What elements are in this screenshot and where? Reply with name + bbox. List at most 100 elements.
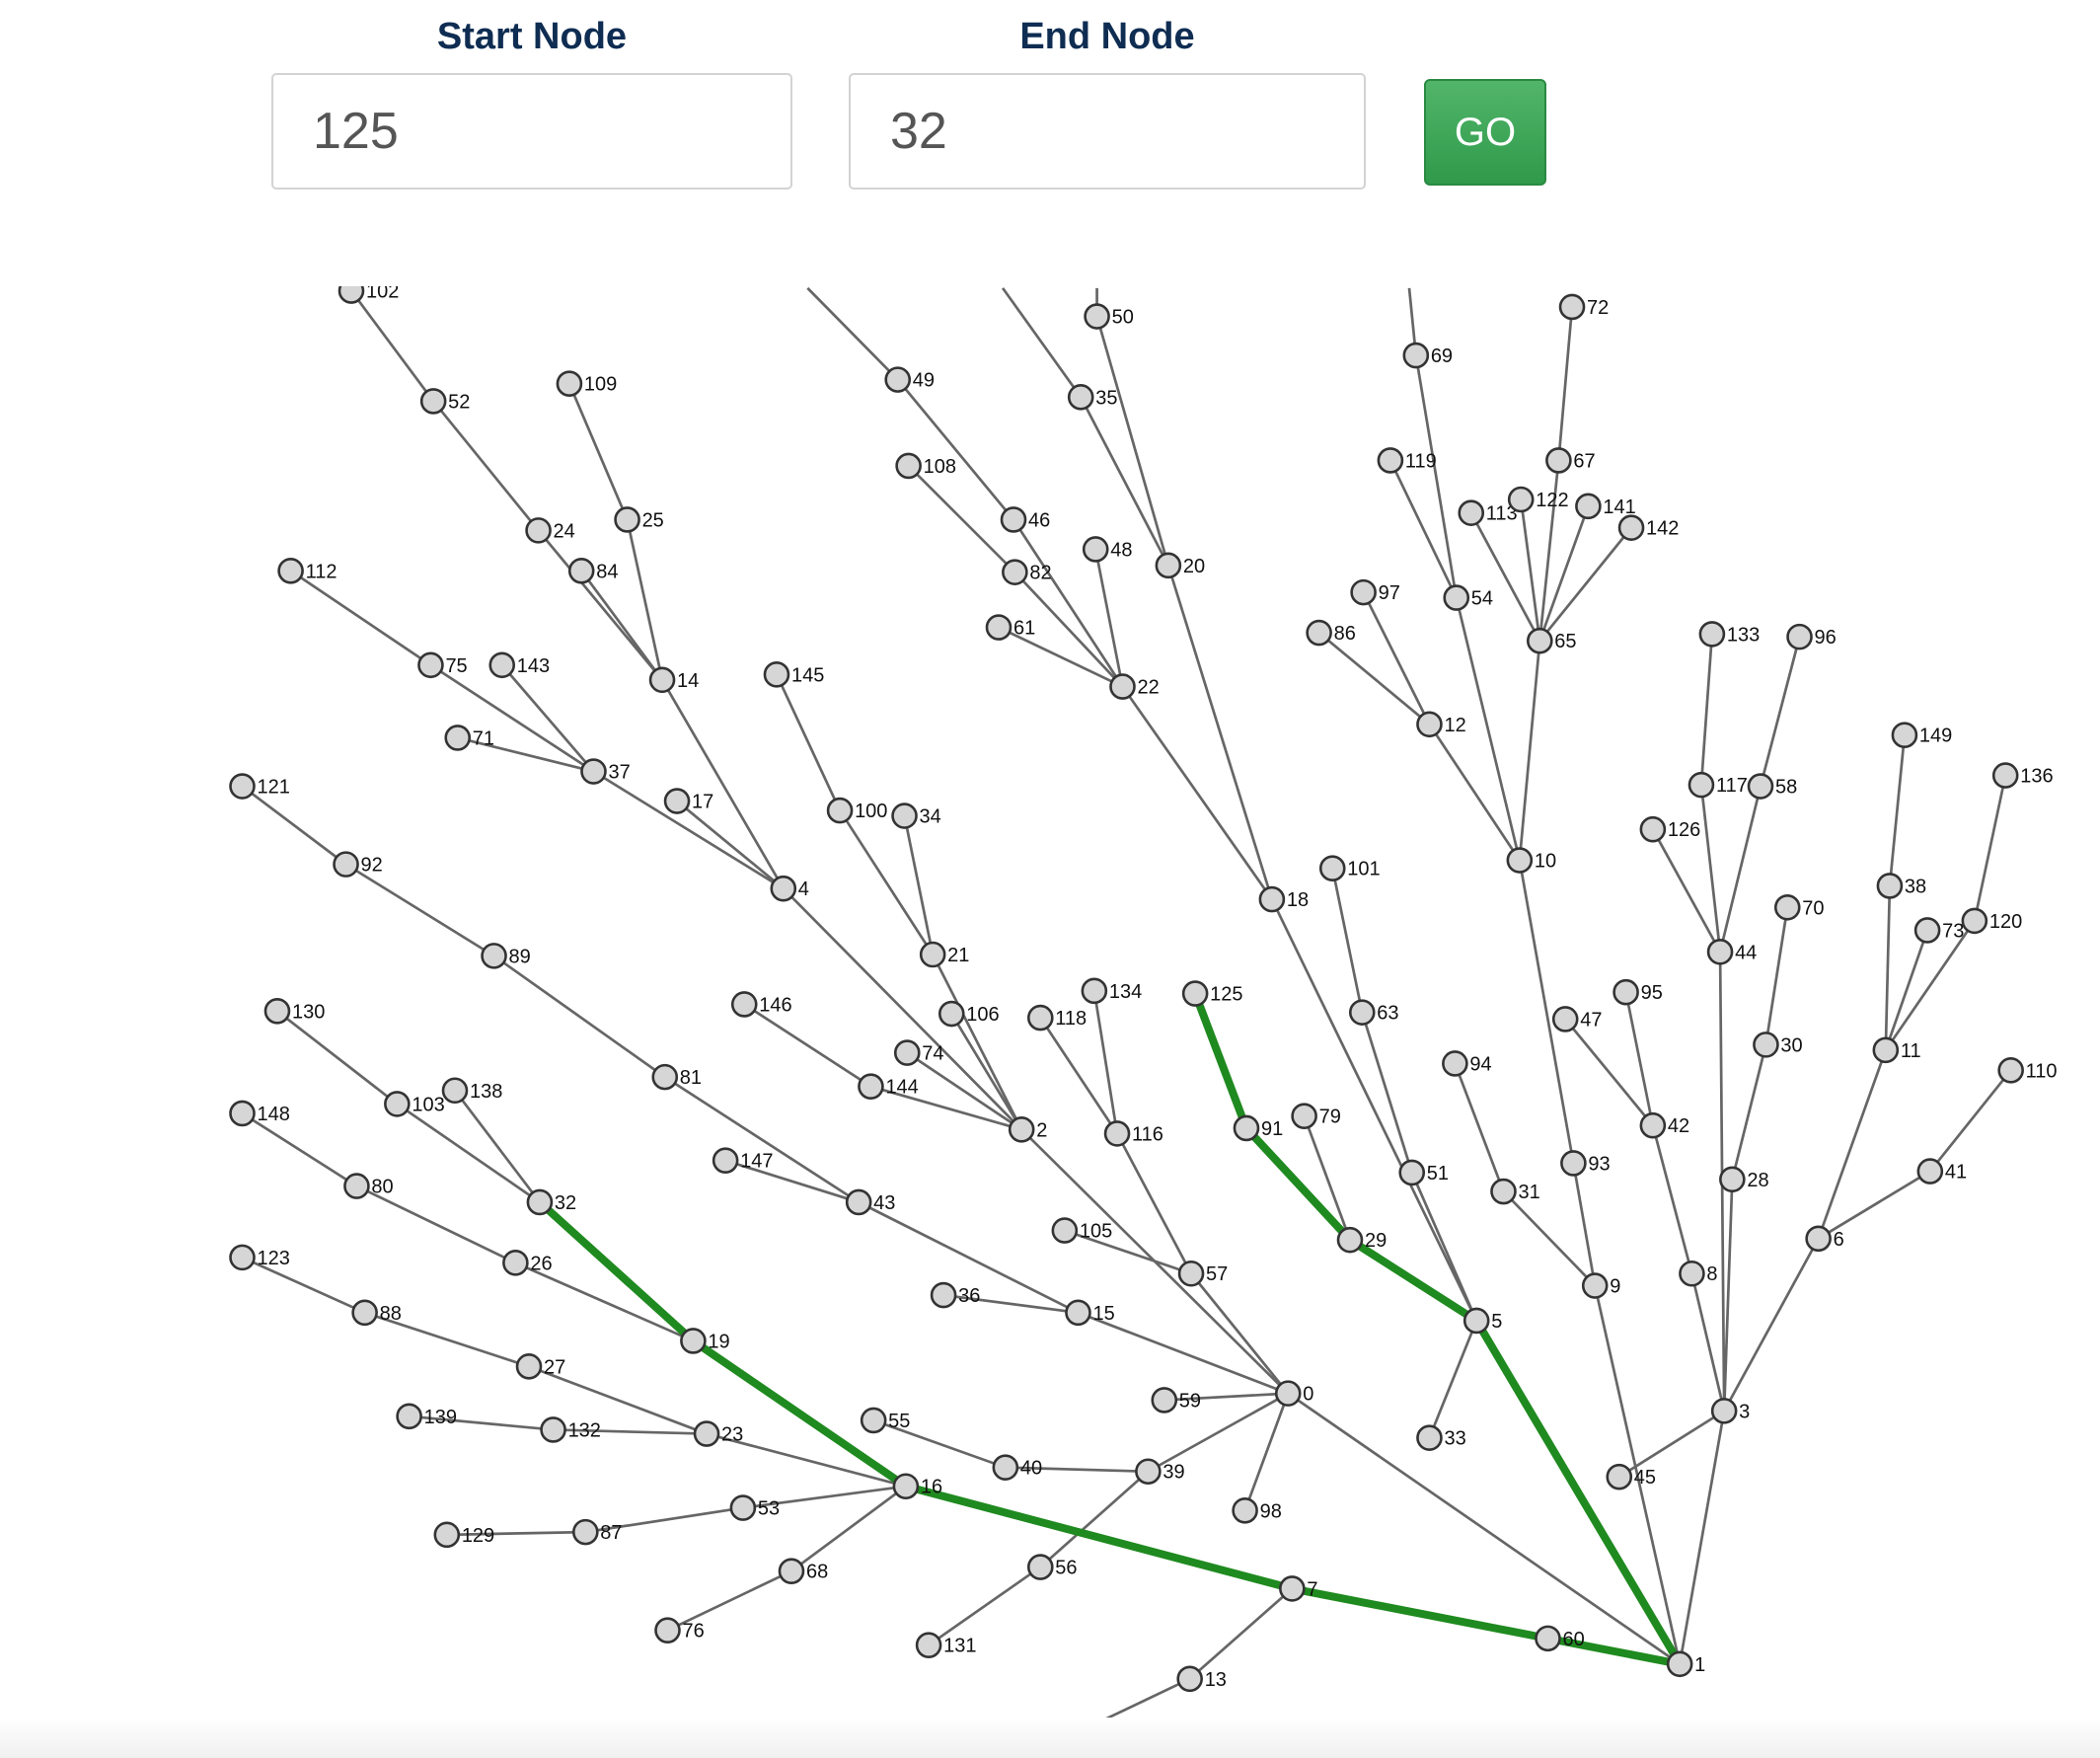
node-139[interactable]: 139 [396,1403,457,1430]
node-circle[interactable] [1232,1496,1258,1524]
node-79[interactable]: 79 [1291,1103,1341,1129]
node-circle[interactable] [712,1147,739,1174]
node-95[interactable]: 95 [1612,978,1663,1006]
node-145[interactable]: 145 [763,661,824,688]
node-circle[interactable] [1177,1260,1205,1287]
node-circle[interactable] [1913,917,1941,944]
node-116[interactable]: 116 [1103,1120,1163,1147]
node-circle[interactable] [1719,1166,1746,1193]
node-26[interactable]: 26 [502,1250,553,1276]
node-circle[interactable] [277,557,304,584]
node-58[interactable]: 58 [1747,773,1797,800]
node-147[interactable]: 147 [712,1147,774,1174]
node-34[interactable]: 34 [891,803,941,829]
node-circle[interactable] [1991,762,2019,789]
node-circle[interactable] [556,370,583,398]
node-96[interactable]: 96 [1786,623,1837,650]
node-circle[interactable] [1773,893,1801,921]
node-circle[interactable] [1805,1225,1832,1253]
node-49[interactable]: 49 [884,366,935,393]
node-27[interactable]: 27 [515,1353,565,1380]
node-119[interactable]: 119 [1377,447,1437,474]
node-136[interactable]: 136 [1991,762,2054,789]
node-circle[interactable] [730,991,758,1018]
node-60[interactable]: 60 [1535,1625,1585,1652]
node-circle[interactable] [1306,619,1332,647]
node-circle[interactable] [1398,1159,1426,1186]
node-93[interactable]: 93 [1560,1150,1611,1177]
node-122[interactable]: 122 [1507,486,1569,513]
node-6[interactable]: 6 [1805,1225,1844,1253]
node-circle[interactable] [1639,1111,1667,1139]
node-circle[interactable] [1416,711,1443,738]
node-circle[interactable] [1377,447,1404,474]
node-circle[interactable] [1135,1458,1162,1486]
node-circle[interactable] [1279,1575,1306,1602]
node-21[interactable]: 21 [919,941,969,968]
node-48[interactable]: 48 [1082,536,1132,563]
node-circle[interactable] [1506,847,1534,874]
node-circle[interactable] [693,1420,720,1447]
node-22[interactable]: 22 [1109,673,1160,700]
node-131[interactable]: 131 [915,1632,976,1658]
node-148[interactable]: 148 [229,1100,290,1127]
node-149[interactable]: 149 [1891,722,1952,748]
node-circle[interactable] [1155,552,1182,579]
node-18[interactable]: 18 [1258,885,1309,913]
start-node-input[interactable] [271,73,792,190]
node-118[interactable]: 118 [1026,1004,1087,1032]
node-14[interactable]: 14 [648,666,699,694]
node-circle[interactable] [515,1353,543,1380]
node-7[interactable]: 7 [1279,1575,1317,1602]
node-circle[interactable] [1639,815,1667,843]
node-97[interactable]: 97 [1350,578,1400,606]
node-circle[interactable] [1442,1050,1468,1077]
node-15[interactable]: 15 [1065,1299,1115,1327]
node-55[interactable]: 55 [860,1407,910,1434]
node-circle[interactable] [1026,1554,1054,1580]
node-circle[interactable] [1545,447,1572,474]
node-circle[interactable] [1274,1380,1302,1407]
node-circle[interactable] [571,1518,599,1546]
node-circle[interactable] [1336,1226,1364,1254]
node-134[interactable]: 134 [1081,977,1142,1005]
node-117[interactable]: 117 [1688,771,1748,799]
node-circle[interactable] [433,1521,461,1549]
node-23[interactable]: 23 [693,1420,743,1447]
node-1[interactable]: 1 [1666,1650,1705,1678]
node-circle[interactable] [895,452,922,480]
node-circle[interactable] [1666,1650,1693,1678]
node-circle[interactable] [1617,514,1645,541]
node-circle[interactable] [333,851,359,878]
node-circle[interactable] [229,773,256,800]
node-113[interactable]: 113 [1458,499,1518,526]
node-76[interactable]: 76 [654,1617,705,1643]
node-circle[interactable] [1872,1036,1900,1064]
node-circle[interactable] [1688,771,1715,799]
node-59[interactable]: 59 [1151,1387,1201,1414]
node-125[interactable]: 125 [1181,980,1243,1007]
node-11[interactable]: 11 [1872,1036,1921,1064]
node-9[interactable]: 9 [1581,1272,1620,1299]
node-circle[interactable] [1082,536,1109,563]
node-circle[interactable] [1560,1150,1587,1177]
node-8[interactable]: 8 [1679,1260,1718,1287]
node-38[interactable]: 38 [1876,873,1926,899]
node-56[interactable]: 56 [1026,1554,1078,1580]
node-circle[interactable] [441,1077,469,1105]
node-circle[interactable] [1348,999,1376,1026]
node-circle[interactable] [1109,673,1136,700]
node-10[interactable]: 10 [1506,847,1556,874]
node-circle[interactable] [1575,493,1602,520]
node-circle[interactable] [419,388,447,415]
node-44[interactable]: 44 [1706,938,1757,965]
node-109[interactable]: 109 [556,370,617,398]
node-82[interactable]: 82 [1002,559,1052,585]
node-circle[interactable] [919,941,946,968]
node-129[interactable]: 129 [433,1521,494,1549]
node-36[interactable]: 36 [930,1281,980,1309]
node-146[interactable]: 146 [730,991,792,1018]
node-circle[interactable] [1581,1272,1609,1299]
node-71[interactable]: 71 [444,725,494,751]
node-42[interactable]: 42 [1639,1111,1689,1139]
